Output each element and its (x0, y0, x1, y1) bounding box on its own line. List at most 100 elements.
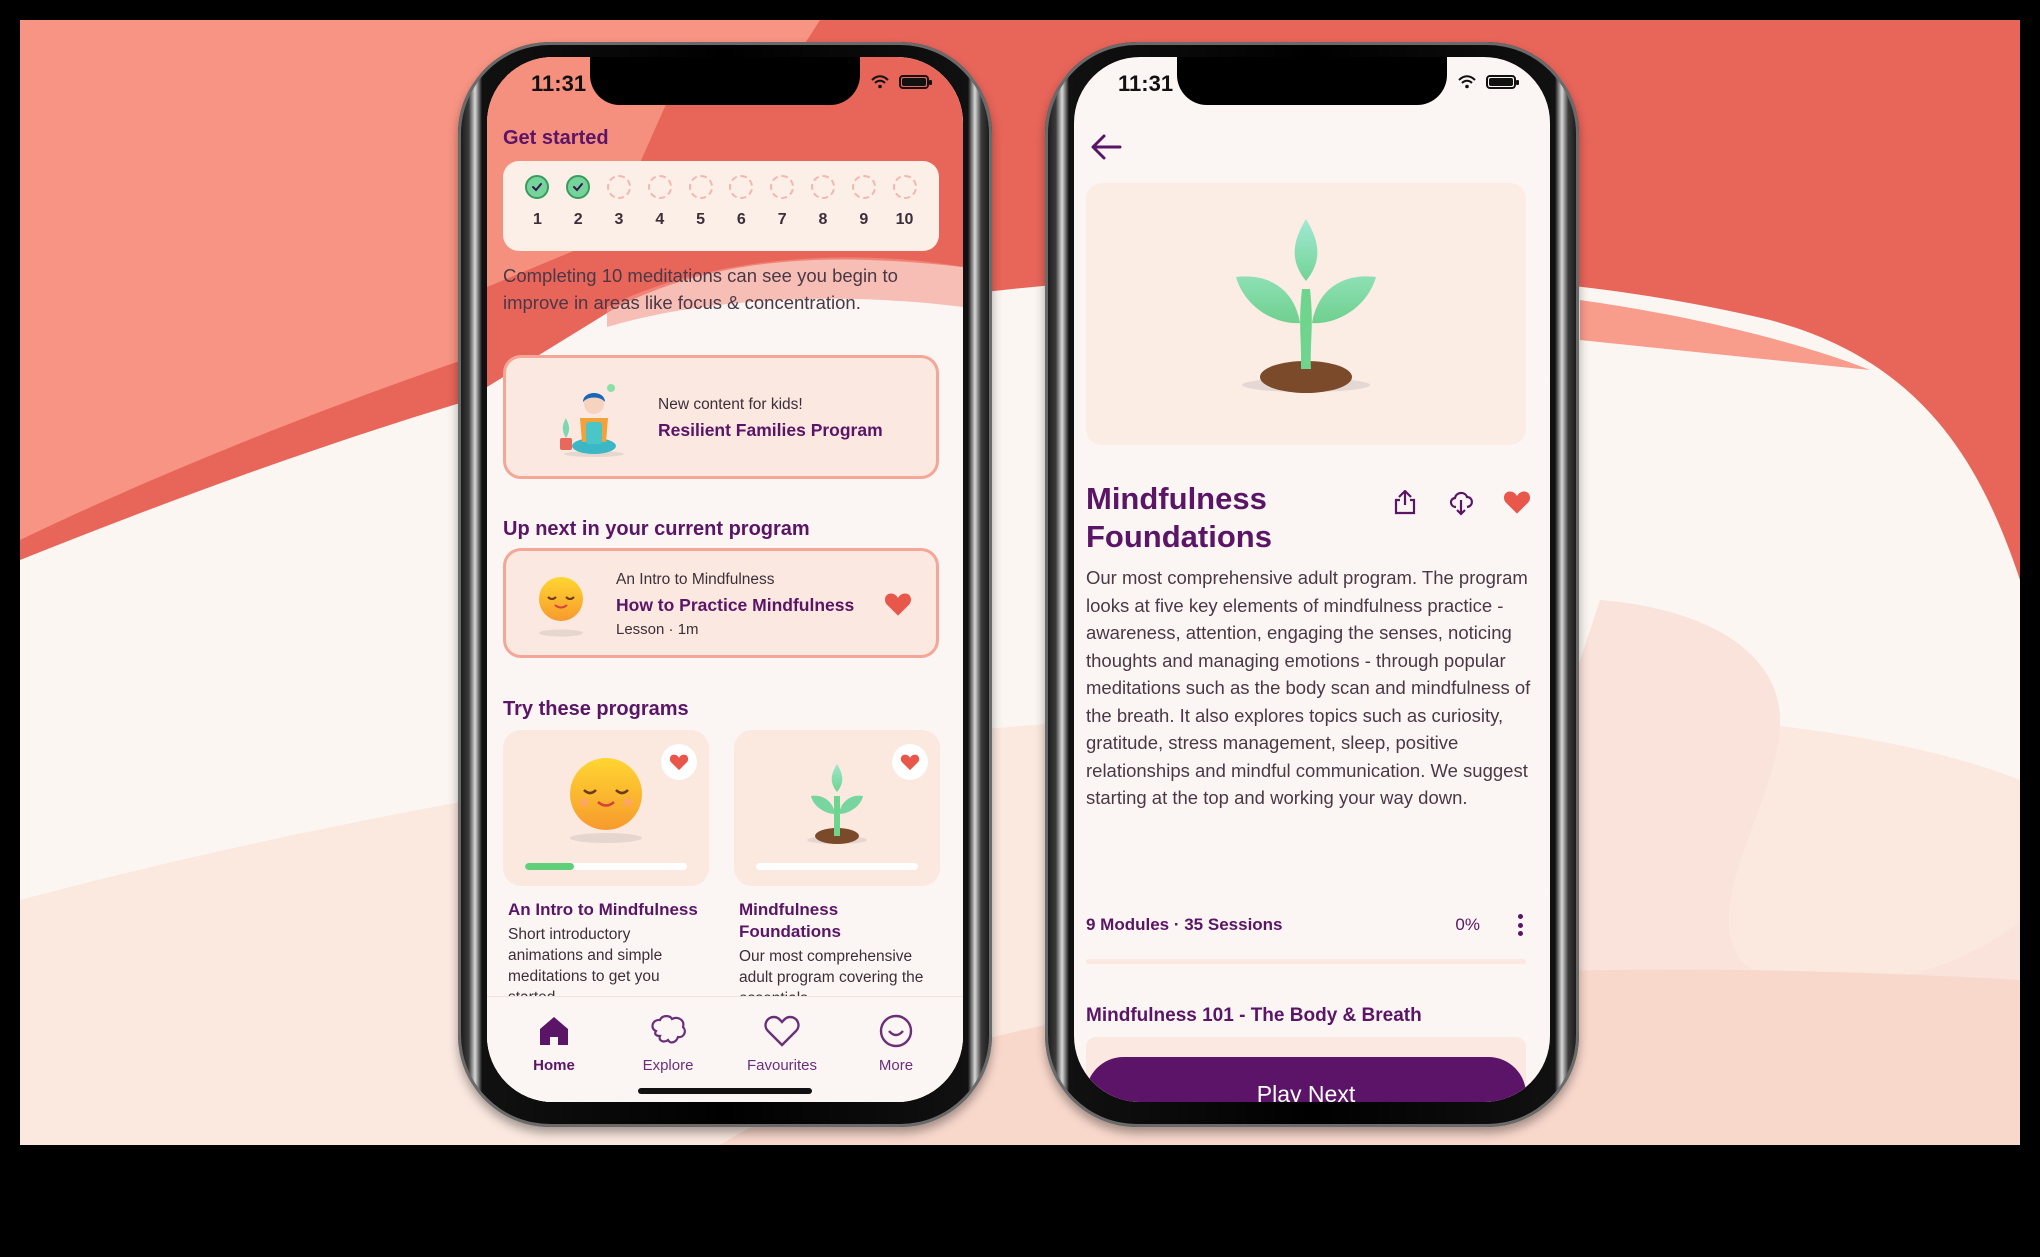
tab-label: Favourites (746, 1057, 818, 1074)
heart-filled-icon[interactable] (884, 591, 912, 617)
get-started-description: Completing 10 meditations can see you be… (503, 265, 898, 313)
progress-step: 2 (560, 175, 596, 251)
progress-step: 1 (519, 175, 555, 251)
progress-step: 8 (805, 175, 841, 251)
wifi-icon (871, 75, 889, 89)
sprout-illustration (1236, 219, 1376, 393)
empty-circle-icon (810, 175, 835, 199)
phone-frame-home: 11:31 Get started 1 2 3 4 5 6 7 8 9 10 Completing… (458, 42, 992, 1127)
progress-step-label: 9 (859, 211, 869, 228)
programs-heading: Try these programs (503, 698, 689, 720)
favourite-button[interactable] (892, 744, 928, 780)
up-next-card[interactable]: An Intro to Mindfulness How to Practice … (503, 548, 939, 658)
progress-step: 7 (764, 175, 800, 251)
program-meta-row: 9 Modules · 35 Sessions 0% (1086, 912, 1530, 938)
program-progress-fill (525, 863, 574, 870)
up-next-title: How to Practice Mindfulness (616, 595, 855, 615)
progress-step: 4 (642, 175, 678, 251)
progress-step-label: 5 (696, 211, 706, 228)
completion-percent: 0% (1455, 915, 1480, 934)
home-icon (540, 1017, 568, 1045)
background-waves (20, 20, 2020, 1145)
empty-circle-icon (729, 175, 754, 199)
progress-step: 5 (683, 175, 719, 251)
smiling-face-illustration (539, 577, 583, 637)
sprout-illustration (807, 764, 867, 844)
battery-icon (1486, 75, 1519, 89)
phone-frame-detail: 11:31 Mindfulness Foundations Our most c… (1045, 42, 1579, 1127)
tab-label: More (878, 1057, 914, 1074)
smiling-face-illustration (570, 758, 642, 843)
status-time: 11:31 (531, 71, 587, 96)
promo-title: Resilient Families Program (658, 420, 883, 440)
progress-step-label: 10 (895, 211, 914, 228)
progress-step-label: 6 (736, 211, 746, 228)
up-next-meta: Lesson · 1m (616, 621, 699, 638)
get-started-heading: Get started (503, 127, 609, 149)
heart-filled-icon (1503, 491, 1531, 514)
progress-step: 9 (846, 175, 882, 251)
progress-step-label: 3 (614, 211, 624, 228)
progress-step-label: 2 (573, 211, 583, 228)
battery-icon (899, 75, 932, 89)
program-description: Our most comprehensive adult program. Th… (1086, 567, 1531, 808)
meditating-child-illustration (560, 384, 624, 457)
program-title: Mindfulness Foundations (1086, 481, 1272, 554)
empty-circle-icon (688, 175, 713, 199)
home-indicator (638, 1088, 812, 1094)
cloud-download-icon (1449, 491, 1473, 516)
check-circle-icon (566, 175, 591, 199)
home-screen: 11:31 Get started 1 2 3 4 5 6 7 8 9 10 Completing… (487, 57, 963, 1102)
module-title[interactable]: Mindfulness 101 - The Body & Breath (1086, 1005, 1422, 1027)
program-progress-bar (756, 863, 918, 870)
promo-background: 11:31 Get started 1 2 3 4 5 6 7 8 9 10 Completing… (20, 20, 2020, 1145)
notch (1177, 57, 1447, 105)
progress-step-label: 8 (818, 211, 828, 228)
progress-step-label: 7 (777, 211, 787, 228)
download-button[interactable] (1446, 487, 1476, 517)
progress-step-label: 4 (655, 211, 665, 228)
meditation-progress-tracker: 1 2 3 4 5 6 7 8 9 10 (503, 161, 939, 251)
arrow-left-icon (1091, 134, 1122, 160)
status-time: 11:31 (1118, 71, 1174, 96)
brain-icon (651, 1015, 686, 1044)
heart-outline-icon (764, 1015, 800, 1047)
up-next-program: An Intro to Mindfulness (616, 571, 775, 588)
empty-circle-icon (892, 175, 917, 199)
progress-step: 3 (601, 175, 637, 251)
tab-home[interactable]: Home (504, 1011, 604, 1102)
promo-subtitle: New content for kids! (658, 396, 803, 413)
program-card-foundations[interactable] (734, 730, 940, 886)
tab-more[interactable]: More (846, 1011, 946, 1102)
divider (1086, 959, 1526, 964)
smile-icon (879, 1014, 913, 1048)
bottom-tab-bar: Home Explore Favourites More (487, 996, 963, 1102)
empty-circle-icon (851, 175, 876, 199)
status-icons (871, 75, 932, 89)
tab-label: Home (533, 1057, 575, 1074)
progress-step: 10 (887, 175, 923, 251)
more-options-icon[interactable] (1510, 912, 1530, 938)
share-button[interactable] (1390, 487, 1420, 517)
favourite-button[interactable] (1502, 487, 1532, 517)
program-progress-bar (525, 863, 687, 870)
program-hero-image (1086, 183, 1526, 445)
program-title[interactable]: An Intro to Mindfulness (508, 899, 708, 921)
notch (590, 57, 860, 105)
heart-filled-icon (669, 754, 689, 771)
progress-step: 6 (723, 175, 759, 251)
favourite-button[interactable] (661, 744, 697, 780)
progress-step-label: 1 (532, 211, 542, 228)
program-detail-screen: 11:31 Mindfulness Foundations Our most c… (1074, 57, 1550, 1102)
up-next-heading: Up next in your current program (503, 518, 810, 540)
back-button[interactable] (1086, 127, 1126, 167)
empty-circle-icon (770, 175, 795, 199)
program-actions (1390, 487, 1532, 517)
status-icons (1458, 75, 1519, 89)
play-next-button[interactable]: Play Next (1086, 1057, 1526, 1102)
kids-promo-card[interactable]: New content for kids! Resilient Families… (503, 355, 939, 479)
wifi-icon (1458, 75, 1476, 89)
tab-label: Explore (642, 1057, 694, 1074)
program-card-intro[interactable] (503, 730, 709, 886)
program-title[interactable]: Mindfulness Foundations (739, 899, 909, 943)
